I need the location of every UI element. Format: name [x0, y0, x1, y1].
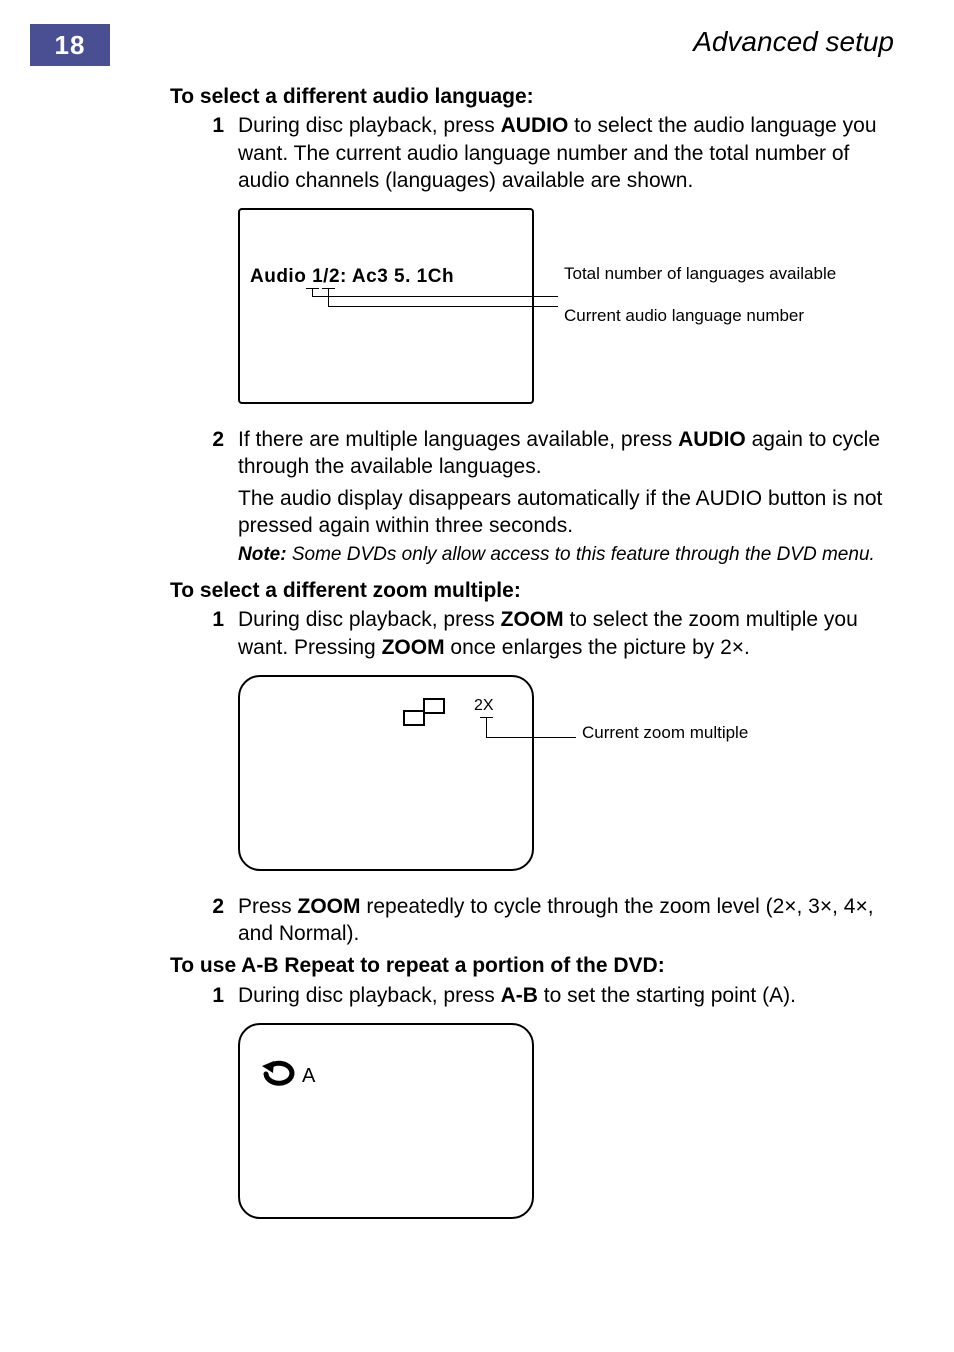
text-fragment: During disc playback, press: [238, 114, 501, 137]
button-name-audio: AUDIO: [696, 487, 763, 510]
step-text: Press ZOOM repeatedly to cycle through t…: [238, 893, 894, 948]
button-name-zoom: ZOOM: [382, 636, 445, 659]
button-name-zoom: ZOOM: [501, 608, 564, 631]
text-fragment: During disc playback, press: [238, 984, 501, 1007]
callout-leader: [486, 717, 487, 737]
step-number: 1: [190, 982, 238, 1009]
heading-ab-repeat: To use A-B Repeat to repeat a portion of…: [170, 953, 894, 979]
step-number: 1: [190, 606, 238, 661]
button-name-zoom: ZOOM: [298, 895, 361, 918]
osd-box: [238, 1023, 534, 1219]
step-text: During disc playback, press A-B to set t…: [238, 982, 894, 1009]
callout-total-languages: Total number of languages available: [564, 264, 836, 284]
note-text: Some DVDs only allow access to this feat…: [287, 544, 875, 565]
step-number: 2: [190, 426, 238, 481]
text-fragment: once enlarges the picture by 2×.: [445, 636, 750, 659]
note-audio: Note: Some DVDs only allow access to thi…: [238, 543, 894, 568]
callout-leader: [486, 737, 576, 738]
zoom-icon: [398, 697, 448, 736]
text-fragment: The audio display disappears automatical…: [238, 487, 696, 510]
callout-zoom-multiple: Current zoom multiple: [582, 723, 748, 743]
repeat-icon: [260, 1059, 298, 1094]
callout-current-language: Current audio language number: [564, 306, 804, 326]
step-audio-2-paragraph: The audio display disappears automatical…: [238, 485, 894, 540]
step-text: During disc playback, press AUDIO to sel…: [238, 112, 894, 194]
section-title: Advanced setup: [693, 26, 894, 58]
heading-audio-language: To select a different audio language:: [170, 84, 894, 110]
figure-audio-osd: Audio 1/2: Ac3 5. 1Ch Total number of la…: [238, 208, 894, 408]
zoom-level-label: 2X: [474, 697, 494, 715]
callout-leader: [312, 288, 313, 296]
callout-leader: [328, 306, 558, 307]
step-audio-2: 2 If there are multiple languages availa…: [190, 426, 894, 481]
step-text: If there are multiple languages availabl…: [238, 426, 894, 481]
button-name-ab: A-B: [501, 984, 538, 1007]
step-text: During disc playback, press ZOOM to sele…: [238, 606, 894, 661]
button-name-audio: AUDIO: [501, 114, 569, 137]
text-fragment: Press: [238, 895, 298, 918]
ab-point-label: A: [302, 1065, 315, 1088]
step-number: 2: [190, 893, 238, 948]
figure-zoom-osd: 2X Current zoom multiple: [238, 675, 894, 875]
text-fragment: to set the starting point (A).: [538, 984, 796, 1007]
page-header: 18 Advanced setup: [90, 30, 894, 66]
step-zoom-1: 1 During disc playback, press ZOOM to se…: [190, 606, 894, 661]
osd-audio-text: Audio 1/2: Ac3 5. 1Ch: [250, 266, 454, 288]
note-label: Note:: [238, 544, 287, 565]
heading-zoom-multiple: To select a different zoom multiple:: [170, 578, 894, 604]
page-number: 18: [30, 24, 110, 66]
figure-ab-osd: A: [238, 1023, 894, 1223]
step-audio-1: 1 During disc playback, press AUDIO to s…: [190, 112, 894, 194]
callout-leader: [328, 288, 329, 306]
callout-leader: [312, 296, 558, 297]
button-name-audio: AUDIO: [678, 428, 746, 451]
step-number: 1: [190, 112, 238, 194]
step-zoom-2: 2 Press ZOOM repeatedly to cycle through…: [190, 893, 894, 948]
step-ab-1: 1 During disc playback, press A-B to set…: [190, 982, 894, 1009]
text-fragment: If there are multiple languages availabl…: [238, 428, 678, 451]
text-fragment: During disc playback, press: [238, 608, 501, 631]
